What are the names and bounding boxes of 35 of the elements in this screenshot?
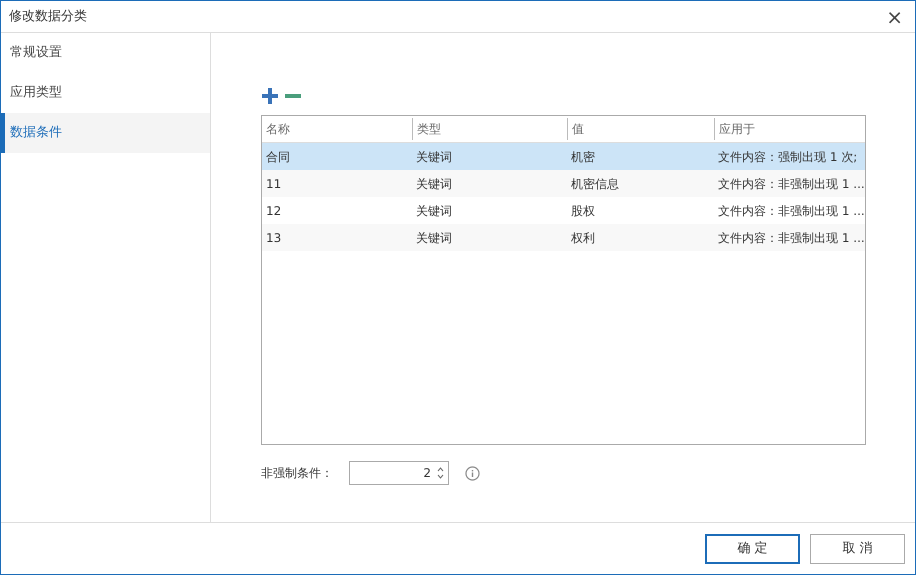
table-cell-text: 13 (265, 230, 282, 246)
table-cell-text: 文件内容：非强制出现 1 ... (717, 230, 865, 246)
table-cell-text: 文件内容：非强制出现 1 ... (717, 202, 865, 220)
column-header[interactable]: 应用于 (714, 118, 865, 140)
table-cell-text: 文件内容：强制出现 1 次; (717, 148, 858, 166)
table-cell-text: 关键词 (415, 202, 453, 220)
table-row[interactable]: 11 关键词 机密信息 文件内容：非强制出现 1 ... (262, 170, 865, 197)
table-cell-text: 合同 (265, 148, 291, 166)
table-cell-text: 关键词 (415, 148, 453, 166)
table-cell-text: 11 (265, 176, 282, 192)
table-row[interactable]: 合同 关键词 机密 文件内容：强制出现 1 次; (262, 143, 865, 170)
close-button[interactable]: × (882, 6, 907, 26)
table-cell-text: 权利 (570, 230, 596, 246)
ok-button[interactable]: 确 定 (705, 534, 800, 564)
table-cell-text: 关键词 (415, 230, 453, 246)
column-header[interactable]: 类型 (412, 118, 567, 140)
table-cell-text: 股权 (570, 202, 596, 220)
table-cell-text: 机密 (570, 148, 596, 166)
table-cell-text: 机密信息 (570, 176, 620, 192)
sidebar-item[interactable]: 常规设置 (1, 33, 210, 73)
column-header[interactable]: 值 (567, 118, 714, 140)
table-cell-text: 文件内容：非强制出现 1 ... (717, 176, 865, 192)
add-icon[interactable] (261, 87, 279, 105)
table-cell-text: 关键词 (415, 176, 453, 192)
field-label: 非强制条件： (261, 465, 333, 482)
column-header[interactable]: 名称 (262, 118, 412, 140)
info-icon[interactable] (465, 466, 480, 480)
table-cell-text: 12 (265, 202, 282, 220)
table-row[interactable]: 13 关键词 权利 文件内容：非强制出现 1 ... (262, 224, 865, 251)
sidebar-item[interactable]: 应用类型 (1, 73, 210, 113)
number-spinner[interactable]: 2 (349, 461, 449, 485)
table-row[interactable]: 12 关键词 股权 文件内容：非强制出现 1 ... (262, 197, 865, 224)
cancel-button[interactable]: 取 消 (810, 534, 905, 564)
sidebar-item[interactable]: 数据条件 (1, 113, 210, 153)
window-title: 修改数据分类 (9, 8, 87, 26)
